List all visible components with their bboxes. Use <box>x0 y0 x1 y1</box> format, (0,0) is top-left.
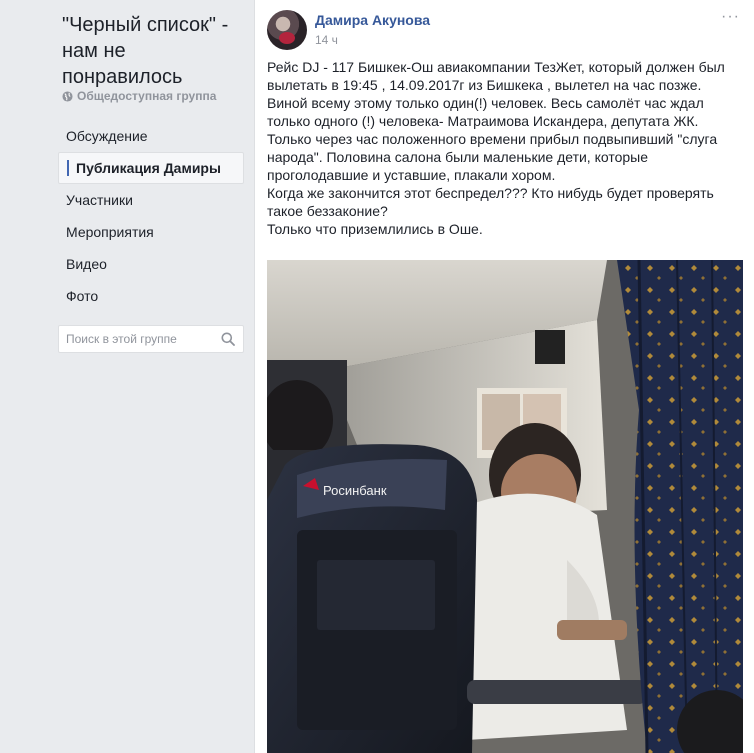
seat-brand-text: Росинбанк <box>323 483 387 498</box>
post-text: Рейс DJ - 117 Бишкек-Ош авиакомпании Тез… <box>267 58 737 238</box>
nav-item-photos[interactable]: Фото <box>58 280 244 312</box>
group-title[interactable]: "Черный список" - нам не понравилось <box>62 12 247 90</box>
nav-item-videos[interactable]: Видео <box>58 248 244 280</box>
group-privacy: Общедоступная группа <box>62 89 216 103</box>
group-nav: Обсуждение Публикация Дамиры Участники М… <box>58 120 244 312</box>
nav-item-members[interactable]: Участники <box>58 184 244 216</box>
post-card: Дамира Акунова 14 ч ··· Рейс DJ - 117 Би… <box>254 0 754 753</box>
author-avatar[interactable] <box>267 10 307 50</box>
active-indicator <box>67 160 69 176</box>
group-sidebar: "Черный список" - нам не понравилось Общ… <box>0 0 254 753</box>
nav-item-label: Обсуждение <box>66 128 148 144</box>
nav-item-events[interactable]: Мероприятия <box>58 216 244 248</box>
post-paragraph: Когда же закончится этот беспредел??? Кт… <box>267 185 714 219</box>
post-photo[interactable]: Росинбанк <box>267 260 743 753</box>
group-search <box>58 325 244 353</box>
post-paragraph: Только что приземлились в Оше. <box>267 221 483 237</box>
search-icon[interactable] <box>221 332 235 346</box>
post-paragraph: Рейс DJ - 117 Бишкек-Ош авиакомпании Тез… <box>267 59 725 183</box>
post-timestamp[interactable]: 14 ч <box>315 33 338 47</box>
nav-item-label: Публикация Дамиры <box>76 160 221 176</box>
nav-item-damira-post[interactable]: Публикация Дамиры <box>58 152 244 184</box>
nav-item-label: Видео <box>66 256 107 272</box>
more-options-button[interactable]: ··· <box>721 8 740 26</box>
group-search-input[interactable] <box>66 332 214 346</box>
globe-icon <box>62 90 73 102</box>
group-type-label: Общедоступная группа <box>77 89 217 103</box>
nav-item-label: Участники <box>66 192 133 208</box>
nav-item-label: Фото <box>66 288 99 304</box>
post-author[interactable]: Дамира Акунова <box>315 12 430 28</box>
airplane-cabin-image: Росинбанк <box>267 260 743 753</box>
nav-item-label: Мероприятия <box>66 224 154 240</box>
nav-item-discussion[interactable]: Обсуждение <box>58 120 244 152</box>
